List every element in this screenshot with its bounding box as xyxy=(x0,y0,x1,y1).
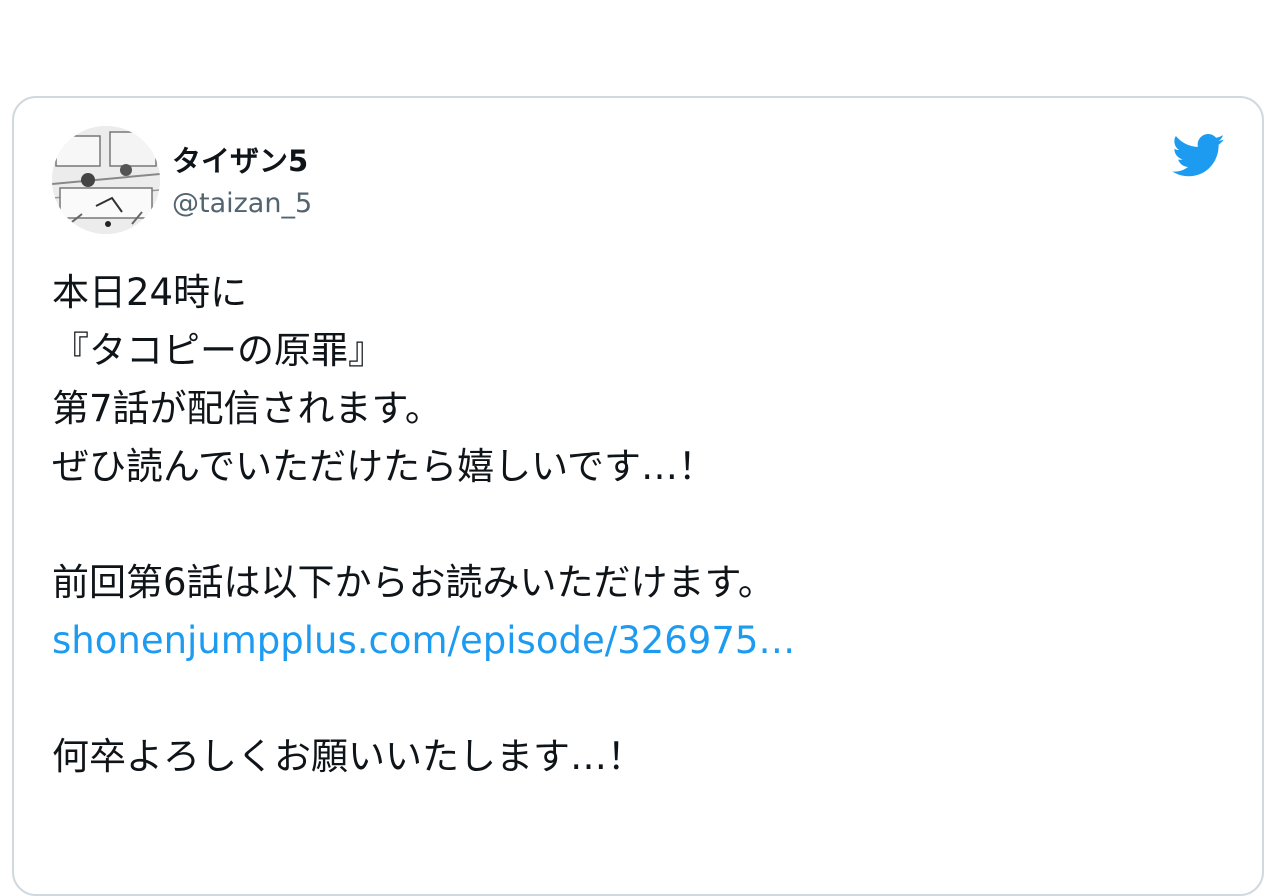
tweet-line: 第7話が配信されます。 xyxy=(52,387,442,430)
line-spacer xyxy=(52,670,1232,728)
tweet-line: 『タコピーの原罪』 xyxy=(52,329,385,372)
tweet-line: 本日24時に xyxy=(52,271,248,314)
tweet-card[interactable]: タイザン5 @taizan_5 本日24時に 『タコピーの原罪』 第7話が配信さ… xyxy=(12,96,1264,896)
tweet-line: ぜひ読んでいただけたら嬉しいです…！ xyxy=(52,445,716,488)
tweet-line: 前回第6話は以下からお読みいただけます。 xyxy=(52,561,775,604)
line-spacer xyxy=(52,496,1232,554)
author-handle[interactable]: @taizan_5 xyxy=(172,188,312,219)
twitter-bird-icon[interactable] xyxy=(1172,134,1226,178)
tweet-line: 何卒よろしくお願いいたします…！ xyxy=(52,735,644,778)
author-display-name[interactable]: タイザン5 xyxy=(172,138,308,180)
avatar[interactable] xyxy=(52,126,160,234)
tweet-text: 本日24時に 『タコピーの原罪』 第7話が配信されます。 ぜひ読んでいただけたら… xyxy=(52,264,1232,786)
episode-link[interactable]: shonenjumpplus.com/episode/326975… xyxy=(52,619,795,662)
